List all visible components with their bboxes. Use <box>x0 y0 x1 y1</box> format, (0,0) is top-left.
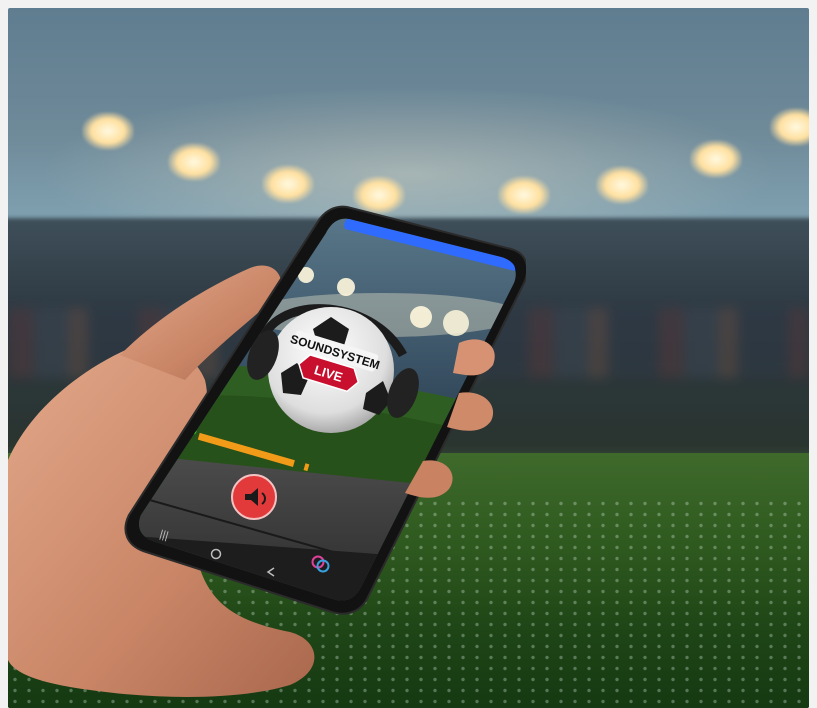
smartphone: SOUNDSYSTEM LIVE ||| <box>124 205 526 615</box>
floodlight <box>262 165 314 203</box>
floodlight <box>596 166 648 204</box>
floodlight <box>168 143 220 181</box>
floodlight <box>82 112 134 150</box>
floodlight <box>690 140 742 178</box>
floodlight <box>770 108 809 146</box>
